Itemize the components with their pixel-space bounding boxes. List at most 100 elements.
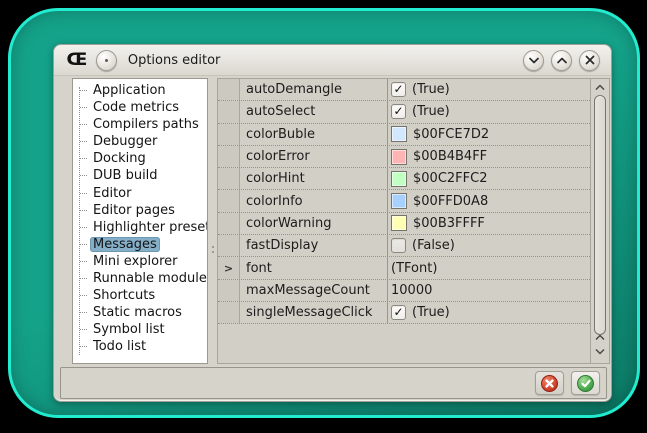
property-row-colorerror[interactable]: colorError $00B4B4FF [218,146,590,168]
sidebar-item-compilers-paths[interactable]: Compilers paths [73,116,207,133]
property-value[interactable]: $00B3FFFF [387,213,590,234]
property-name[interactable]: autoSelect [240,101,387,122]
maximize-button[interactable] [551,50,572,71]
sidebar-item-symbol-list[interactable]: Symbol list [73,321,207,338]
color-swatch[interactable] [391,171,407,187]
sidebar-item-messages[interactable]: Messages [73,236,207,253]
row-gutter [218,124,240,145]
shade-button[interactable] [523,50,544,71]
checkbox-unchecked-icon[interactable] [391,238,406,253]
window-frame-decoration: Œ Options editor Application Code metrics… [8,8,640,418]
sidebar-item-debugger[interactable]: Debugger [73,133,207,150]
property-name[interactable]: colorBuble [240,124,387,145]
chevron-down-icon [529,57,539,64]
check-mark-icon: ✓ [393,306,403,318]
property-row-maxmessagecount[interactable]: maxMessageCount10000 [218,280,590,302]
property-name[interactable]: autoDemangle [240,79,387,100]
sidebar-item-label: DUB build [90,168,161,183]
property-name[interactable]: colorHint [240,168,387,189]
property-row-colorhint[interactable]: colorHint$00C2FFC2 [218,168,590,190]
sidebar-item-label: Application [90,83,169,98]
titlebar[interactable]: Œ Options editor [54,45,611,76]
property-value[interactable]: $00FCE7D2 [387,124,590,145]
sidebar-item-label: Highlighter presets [90,220,208,235]
checkbox-checked-icon[interactable]: ✓ [391,82,406,97]
sidebar-item-editor-pages[interactable]: Editor pages [73,202,207,219]
property-value[interactable]: 10000 [387,280,590,301]
window-controls [523,50,600,71]
scroll-up-secondary-button[interactable] [591,331,609,343]
categories-tree-items: Application Code metrics Compilers pathsDe… [73,82,207,356]
window-title: Options editor [128,53,221,68]
property-value-text: $00B4B4FF [413,149,487,164]
property-grid-rows: autoDemangle✓(True)autoSelect✓(True)colo… [218,79,590,324]
chevron-up-icon [595,84,605,91]
property-row-fastdisplay[interactable]: fastDisplay(False) [218,235,590,257]
chevron-up-icon [595,334,605,341]
options-editor-window: Œ Options editor Application Code metrics… [53,44,612,402]
sidebar-item-mini-explorer[interactable]: Mini explorer [73,253,207,270]
property-value[interactable]: (False) [387,235,590,256]
cross-icon [541,375,558,392]
row-gutter [218,79,240,100]
sidebar-item-highlighter-presets[interactable]: Highlighter presets [73,219,207,236]
property-value[interactable]: $00C2FFC2 [387,168,590,189]
property-grid[interactable]: autoDemangle✓(True)autoSelect✓(True)colo… [217,78,610,364]
property-name[interactable]: maxMessageCount [240,280,387,301]
close-button[interactable] [579,50,600,71]
sidebar-item-shortcuts[interactable]: Shortcuts [73,287,207,304]
property-name[interactable]: colorWarning [240,213,387,234]
property-name[interactable]: colorInfo [240,190,387,211]
scrollbar-thumb[interactable] [594,95,606,335]
color-swatch[interactable] [391,193,407,209]
property-row-autodemangle[interactable]: autoDemangle ✓ (True) [218,79,590,101]
property-value[interactable]: ✓(True) [387,101,590,122]
property-row-autoselect[interactable]: autoSelect✓(True) [218,101,590,123]
scroll-up-button[interactable] [591,81,609,93]
checkbox-checked-icon[interactable]: ✓ [391,305,406,320]
property-name[interactable]: fastDisplay [240,235,387,256]
property-row-singlemessageclick[interactable]: singleMessageClick✓(True) [218,302,590,324]
sidebar-item-dub-build[interactable]: DUB build [73,167,207,184]
expand-arrow-icon[interactable]: > [218,257,240,278]
property-name[interactable]: singleMessageClick [240,302,387,323]
property-value[interactable]: $00FFD0A8 [387,190,590,211]
property-name[interactable]: colorError [240,146,387,167]
sidebar-item-code-metrics[interactable]: Code metrics [73,99,207,116]
sidebar-item-editor[interactable]: Editor [73,185,207,202]
scrollbar-vertical[interactable] [590,79,609,363]
sidebar-item-label: Messages [90,237,160,252]
app-logo-icon: Œ [67,52,88,69]
sidebar-item-application[interactable]: Application [73,82,207,99]
sidebar-item-label: Runnable modules [90,271,208,286]
sidebar-item-label: Code metrics [90,100,182,115]
sidebar-item-label: Docking [90,151,149,166]
property-row-colorwarning[interactable]: colorWarning$00B3FFFF [218,213,590,235]
sidebar-item-label: Compilers paths [90,117,202,132]
color-swatch[interactable] [391,215,407,231]
sidebar-item-todo-list[interactable]: Todo list [73,338,207,355]
property-value[interactable]: ✓(True) [387,302,590,323]
scroll-down-button[interactable] [591,345,609,357]
property-value[interactable]: $00B4B4FF [387,146,590,167]
sidebar-item-static-macros[interactable]: Static macros [73,304,207,321]
footer-panel [60,367,607,399]
splitter-handle[interactable] [209,78,217,364]
close-icon [585,55,595,65]
sidebar-item-runnable-modules[interactable]: Runnable modules [73,270,207,287]
property-row-colorinfo[interactable]: colorInfo$00FFD0A8 [218,190,590,212]
categories-tree[interactable]: Application Code metrics Compilers pathsDe… [72,78,208,364]
property-name[interactable]: font [240,257,387,278]
color-swatch[interactable] [391,126,407,142]
ok-button[interactable] [571,371,600,395]
window-menu-button[interactable] [96,50,117,71]
checkbox-checked-icon[interactable]: ✓ [391,104,406,119]
property-value[interactable]: (TFont) [387,257,590,278]
property-value-text: (True) [412,82,450,97]
property-value[interactable]: ✓ (True) [387,79,590,100]
property-row-font[interactable]: >font(TFont) [218,257,590,279]
property-row-colorbuble[interactable]: colorBuble$00FCE7D2 [218,124,590,146]
color-swatch[interactable] [391,149,407,165]
sidebar-item-docking[interactable]: Docking [73,150,207,167]
cancel-button[interactable] [535,371,564,395]
